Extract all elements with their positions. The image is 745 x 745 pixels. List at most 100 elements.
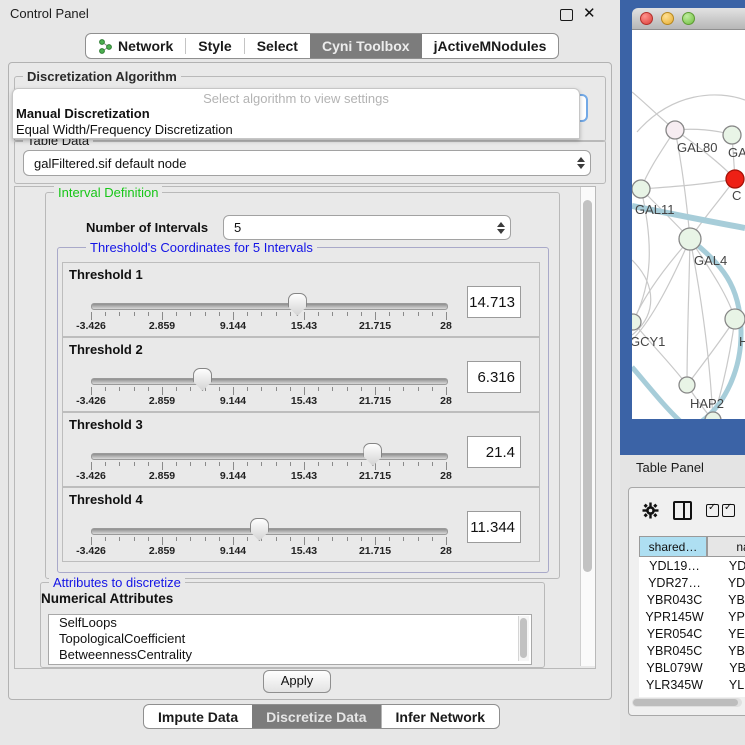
attribute-list-item[interactable]: BetweennessCentrality — [49, 647, 531, 663]
table-header-row: shared…na — [639, 536, 745, 557]
tab-select[interactable]: Select — [245, 34, 310, 58]
table-row[interactable]: YDR27…YDR2 — [639, 574, 745, 591]
threshold-row-3: Threshold 3-3.4262.8599.14415.4321.71528… — [62, 412, 540, 487]
tick-mark — [432, 312, 433, 316]
main-vertical-scrollbar[interactable] — [580, 187, 595, 666]
scale-label: 15.43 — [291, 470, 317, 482]
close-traffic-light-icon[interactable] — [640, 12, 653, 25]
threshold-value-field[interactable]: 6.316 — [467, 361, 521, 393]
tab-discretize-data[interactable]: Discretize Data — [252, 705, 380, 728]
node-label: H — [739, 334, 745, 349]
split-columns-icon[interactable] — [673, 501, 692, 520]
slider-scale: -3.4262.8599.14415.4321.71528 — [91, 320, 446, 332]
column-header-2[interactable]: na — [707, 536, 745, 557]
tick-mark — [105, 462, 106, 466]
gear-icon[interactable] — [642, 502, 659, 519]
tab-jactivemnodules[interactable]: jActiveMNodules — [422, 34, 559, 58]
table-row[interactable]: YLR345WYLR3 — [639, 676, 745, 693]
node-label: C — [732, 188, 741, 203]
tick-mark — [233, 462, 234, 470]
tab-cyni-toolbox[interactable]: Cyni Toolbox — [310, 34, 422, 58]
threshold-value-field[interactable]: 11.344 — [467, 511, 521, 543]
tick-mark — [361, 462, 362, 466]
network-node-c[interactable] — [726, 170, 744, 188]
tick-mark — [318, 312, 319, 316]
network-node-hap2[interactable] — [679, 377, 695, 393]
threshold-slider-track[interactable] — [91, 453, 448, 460]
network-window-titlebar[interactable] — [632, 8, 745, 30]
minimize-traffic-light-icon[interactable] — [661, 12, 674, 25]
table-data-combobox[interactable]: galFiltered.sif default node — [23, 150, 591, 176]
tick-mark — [418, 462, 419, 466]
table-row[interactable]: YBR045CYBR0 — [639, 642, 745, 659]
threshold-value-field[interactable]: 14.713 — [467, 286, 521, 318]
threshold-slider-track[interactable] — [91, 303, 448, 310]
table-horizontal-scrollbar-thumb[interactable] — [633, 699, 738, 706]
network-node-h[interactable] — [725, 309, 745, 329]
table-row[interactable]: YIL053CYIL0 — [639, 693, 745, 697]
numerical-attributes-list[interactable]: SelfLoopsTopologicalCoefficientBetweenne… — [48, 614, 532, 665]
tick-mark — [105, 312, 106, 316]
dropdown-option-equal-width-frequency[interactable]: Equal Width/Frequency Discretization — [13, 122, 579, 138]
attributes-list-scrollbar[interactable] — [518, 616, 529, 661]
threshold-value-field[interactable]: 21.4 — [467, 436, 521, 468]
tick-mark — [304, 312, 305, 320]
tab-label: Network — [118, 38, 173, 54]
table-cell: YDR2 — [707, 574, 745, 591]
network-node-gal80[interactable] — [666, 121, 684, 139]
tab-label: jActiveMNodules — [434, 38, 547, 54]
scale-label: 21.715 — [359, 470, 391, 482]
scale-label: 2.859 — [149, 470, 175, 482]
tick-mark — [233, 312, 234, 320]
threshold-slider-track[interactable] — [91, 378, 448, 385]
column-header-1[interactable]: shared… — [639, 536, 707, 557]
tick-mark — [176, 537, 177, 541]
tab-infer-network[interactable]: Infer Network — [381, 705, 499, 728]
apply-button[interactable]: Apply — [263, 670, 331, 693]
dropdown-option-manual-discretization[interactable]: Manual Discretization — [13, 106, 579, 122]
node-label: GCY1 — [632, 334, 665, 349]
main-vertical-scrollbar-thumb[interactable] — [583, 200, 592, 572]
tab-impute-data[interactable]: Impute Data — [144, 705, 252, 728]
float-window-icon[interactable] — [560, 9, 573, 21]
application-root: Control Panel ✕ NetworkStyleSelectCyni T… — [0, 0, 745, 745]
node-label: GAL11 — [635, 202, 675, 217]
tick-mark — [446, 312, 447, 320]
scale-label: 9.144 — [220, 545, 246, 557]
table-panel-title: Table Panel — [636, 460, 704, 475]
checkbox-icon[interactable] — [706, 504, 719, 517]
network-canvas[interactable]: GAL80GACGAL11GAL4GCY1HHAP2 — [632, 30, 745, 419]
checkbox-icon[interactable] — [722, 504, 735, 517]
network-node-gal11[interactable] — [632, 180, 650, 198]
attribute-list-item[interactable]: SelfLoops — [49, 615, 531, 631]
table-horizontal-scrollbar[interactable] — [632, 698, 742, 707]
zoom-traffic-light-icon[interactable] — [682, 12, 695, 25]
table-row[interactable]: YDL19…YDL1 — [639, 557, 745, 574]
tick-mark — [347, 462, 348, 466]
scale-label: 28 — [440, 320, 452, 332]
threshold-slider-track[interactable] — [91, 528, 448, 535]
network-node-ga[interactable] — [723, 126, 741, 144]
tick-mark — [91, 462, 92, 470]
network-node-gal4[interactable] — [679, 228, 701, 250]
number-of-intervals-value: 5 — [224, 220, 492, 235]
attributes-list-scrollbar-thumb[interactable] — [520, 618, 527, 658]
edge[interactable] — [641, 130, 675, 189]
table-row[interactable]: YBR043CYBR0 — [639, 591, 745, 608]
edge[interactable] — [641, 179, 735, 189]
table-row[interactable]: YPR145WYPR1 — [639, 608, 745, 625]
table-row[interactable]: YBL079WYBL0 — [639, 659, 745, 676]
thick-edge[interactable] — [632, 367, 680, 419]
close-icon[interactable]: ✕ — [583, 4, 596, 22]
number-of-intervals-combobox[interactable]: 5 — [223, 215, 511, 240]
edge[interactable] — [687, 319, 735, 385]
attribute-list-item[interactable]: TopologicalCoefficient — [49, 631, 531, 647]
interval-definition-title: Interval Definition — [54, 185, 162, 200]
table-row[interactable]: YER054CYER0 — [639, 625, 745, 642]
slider-scale: -3.4262.8599.14415.4321.71528 — [91, 395, 446, 407]
tab-style[interactable]: Style — [186, 34, 243, 58]
edge[interactable] — [633, 239, 690, 322]
tab-network[interactable]: Network — [86, 34, 185, 58]
table-cell: YDL1 — [707, 557, 745, 574]
edge[interactable] — [687, 239, 690, 385]
